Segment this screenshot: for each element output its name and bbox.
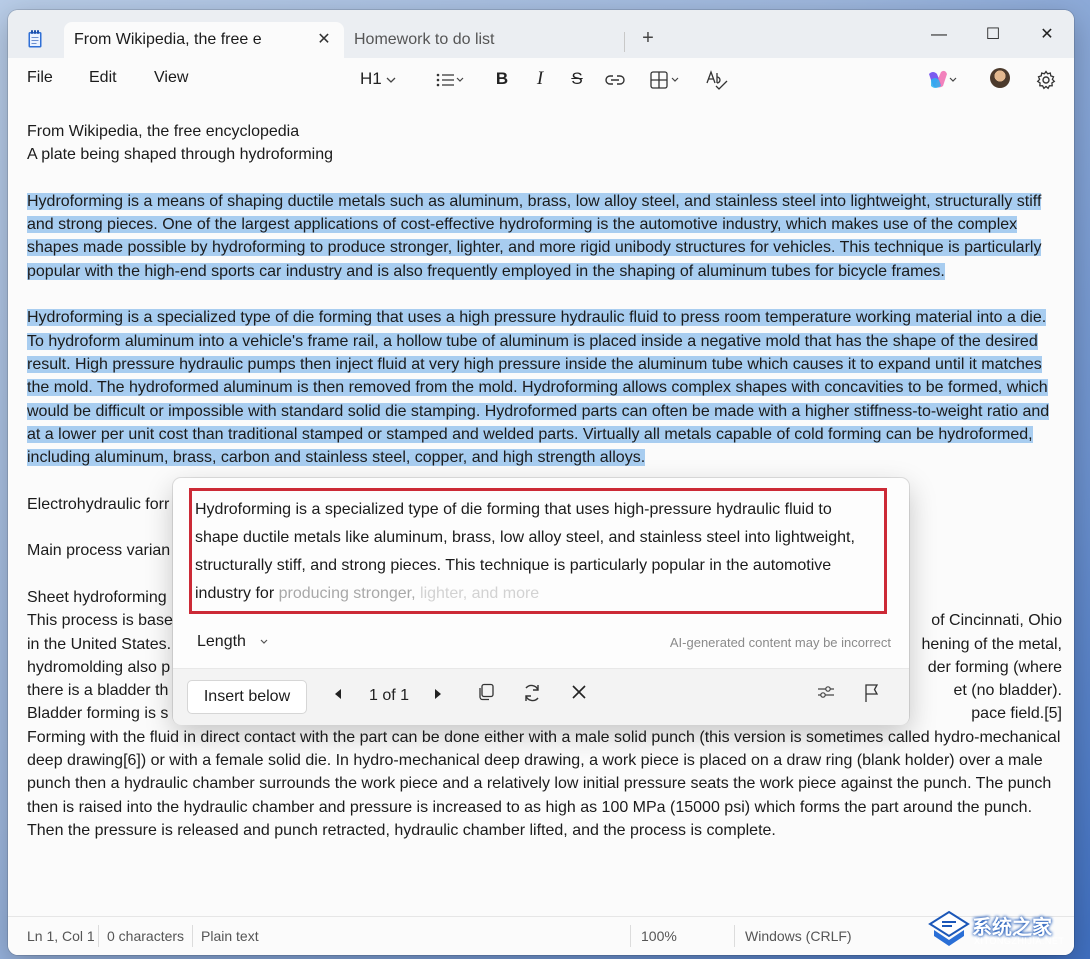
table-dropdown[interactable]	[646, 66, 686, 92]
status-line-endings[interactable]: Windows (CRLF)	[745, 928, 852, 944]
insert-below-button[interactable]: Insert below	[187, 680, 307, 714]
spellcheck-icon	[706, 69, 728, 90]
heading-dropdown[interactable]: H1	[360, 66, 408, 92]
tab-divider	[624, 32, 625, 52]
tab-close-icon[interactable]: ✕	[312, 28, 336, 52]
copilot-dropdown[interactable]	[922, 66, 962, 92]
doc-line-caption: A plate being shaped through hydroformin…	[27, 146, 333, 164]
menu-toolbar: File Edit View H1 B I S	[8, 58, 1074, 98]
regenerate-button[interactable]	[519, 683, 545, 709]
new-tab-icon[interactable]: +	[636, 26, 660, 50]
rewrite-settings-button[interactable]	[813, 683, 839, 709]
selected-text: Hydroforming is a means of shaping ducti…	[27, 192, 1042, 280]
close-icon	[572, 685, 586, 699]
tab-active-document[interactable]: From Wikipedia, the free e ✕	[64, 22, 344, 58]
length-label: Length	[197, 633, 246, 650]
next-suggestion-button[interactable]	[427, 683, 449, 709]
rewrite-suggestion: Hydroforming is a specialized type of di…	[195, 501, 855, 602]
regenerate-icon	[525, 684, 539, 702]
previous-suggestion-button[interactable]	[327, 683, 349, 709]
settings-button[interactable]	[1034, 66, 1058, 92]
feedback-button[interactable]	[859, 683, 885, 709]
italic-icon[interactable]: I	[528, 66, 552, 92]
gear-icon	[1036, 69, 1056, 89]
flag-icon	[865, 684, 879, 702]
maximize-button[interactable]: ☐	[970, 20, 1016, 50]
doc-line-source: From Wikipedia, the free encyclopedia	[27, 123, 300, 140]
ai-disclaimer: AI-generated content may be incorrect	[669, 635, 891, 650]
page-indicator: 1 of 1	[368, 687, 410, 704]
suggestion-highlight-box: Hydroforming is a specialized type of di…	[189, 488, 887, 614]
notepad-app-icon	[28, 30, 42, 48]
copilot-icon	[929, 70, 957, 88]
tab-label: From Wikipedia, the free e	[74, 31, 262, 48]
doc-paragraph-3-rest: Forming with the fluid in direct contact…	[27, 728, 1061, 839]
title-bar: From Wikipedia, the free e ✕ Homework to…	[8, 10, 1074, 58]
menu-file[interactable]: File	[27, 69, 53, 87]
site-watermark: 系统之家 XITONGZHIJIA.NET	[928, 908, 1078, 952]
selected-text: Hydroforming is a specialized type of di…	[27, 309, 1050, 467]
length-dropdown[interactable]: Length	[197, 633, 270, 651]
watermark-logo-icon	[928, 910, 970, 946]
doc-paragraph-1: Hydroforming is a means of shaping ducti…	[27, 190, 1062, 283]
copy-icon	[479, 683, 494, 701]
status-bar: Ln 1, Col 1 0 characters Plain text 100%…	[8, 916, 1074, 955]
close-button[interactable]: ✕	[1024, 20, 1070, 50]
rewrite-popup: Hydroforming is a specialized type of di…	[173, 478, 909, 725]
link-icon	[605, 74, 625, 85]
strikethrough-icon[interactable]: S	[565, 66, 589, 92]
chevron-down-icon	[387, 77, 396, 83]
rewrite-action-bar: Insert below 1 of 1	[173, 668, 909, 725]
status-characters: 0 characters	[107, 928, 185, 944]
doc-paragraph-2: Hydroforming is a specialized type of di…	[27, 306, 1062, 469]
chevron-down-icon	[260, 639, 268, 644]
status-zoom[interactable]: 100%	[641, 928, 677, 944]
watermark-url: XITONGZHIJIA.NET	[974, 936, 1065, 946]
link-button[interactable]	[602, 66, 628, 92]
prev-arrow-icon	[335, 689, 341, 699]
heading-label: H1	[360, 69, 382, 88]
avatar[interactable]	[990, 68, 1010, 88]
tab-homework[interactable]: Homework to do list	[354, 31, 495, 49]
table-icon	[650, 70, 679, 89]
copy-button[interactable]	[473, 683, 499, 709]
settings-sliders-icon	[818, 686, 834, 698]
menu-view[interactable]: View	[154, 69, 188, 87]
minimize-button[interactable]: —	[916, 20, 962, 50]
spellcheck-button[interactable]	[704, 66, 730, 92]
bold-icon[interactable]: B	[490, 66, 514, 92]
menu-edit[interactable]: Edit	[89, 69, 117, 87]
next-arrow-icon	[435, 689, 441, 699]
list-icon	[436, 73, 464, 86]
status-position: Ln 1, Col 1	[27, 928, 95, 944]
status-format: Plain text	[201, 928, 259, 944]
dismiss-button[interactable]	[566, 683, 592, 709]
list-dropdown[interactable]	[430, 66, 470, 92]
